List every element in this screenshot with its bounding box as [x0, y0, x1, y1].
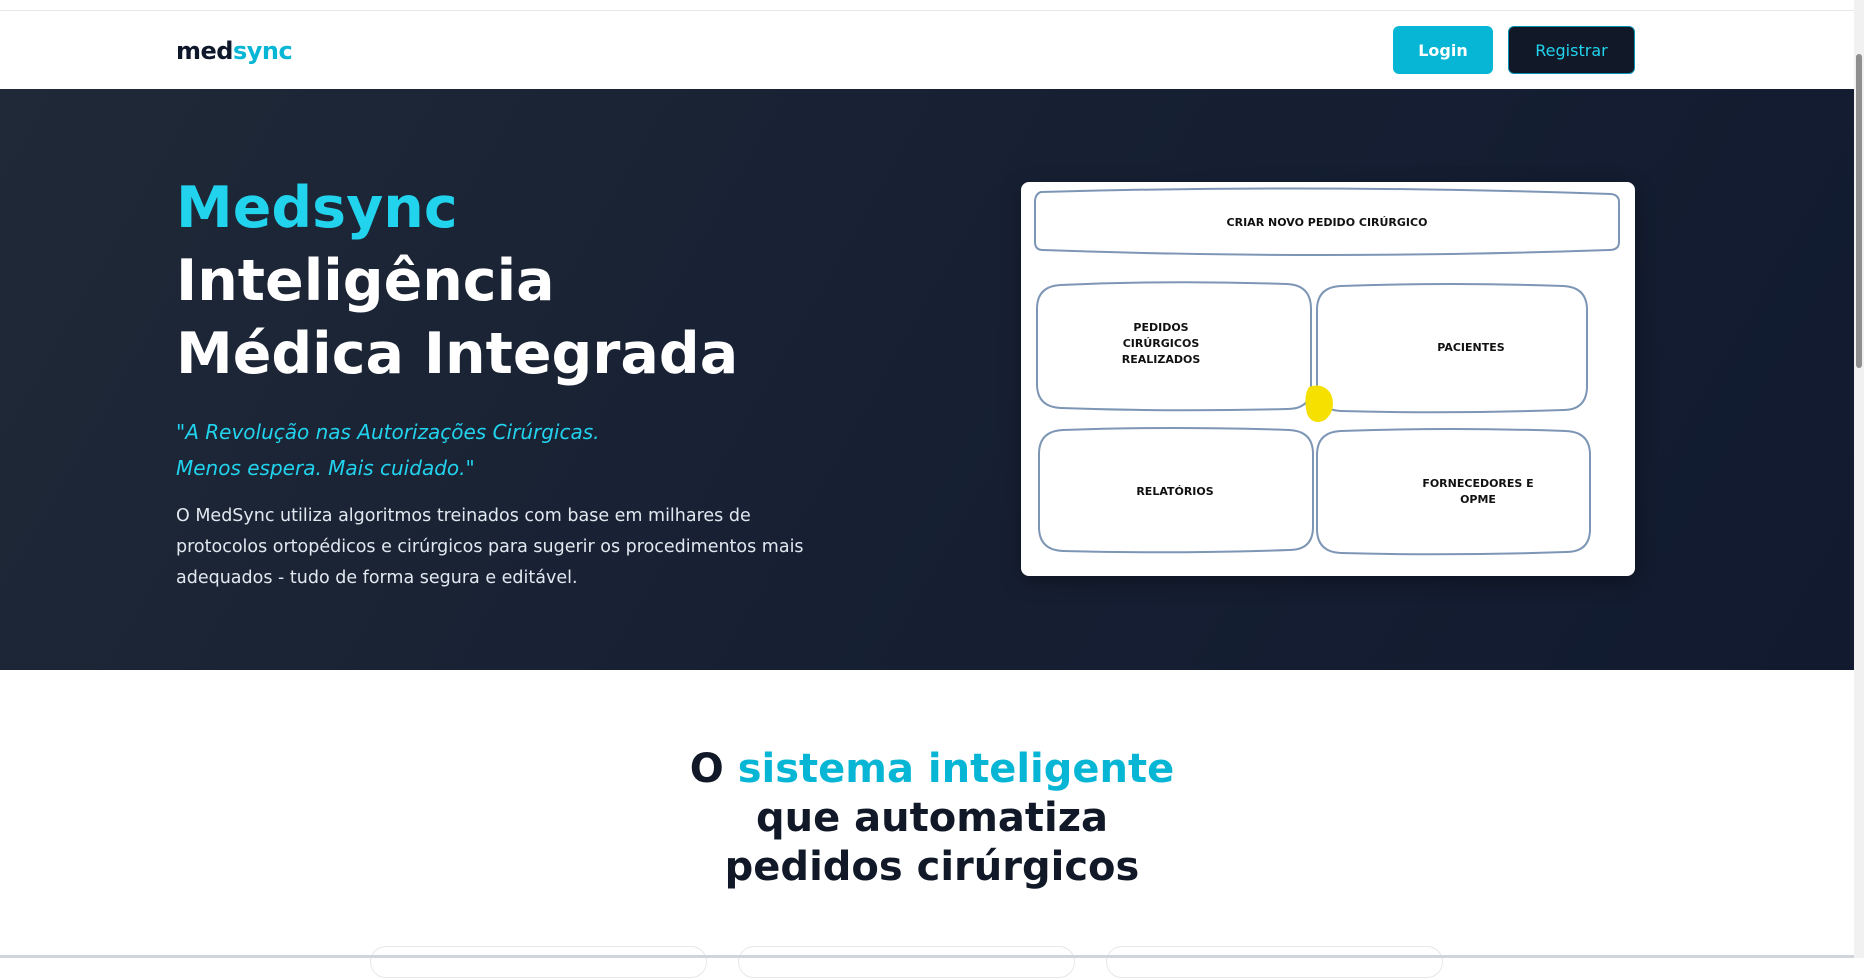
hero-title-line2: Inteligência [176, 248, 555, 314]
section-title: O sistema inteligente que automatiza ped… [632, 745, 1232, 892]
hero-title: Medsync Inteligência Médica Integrada [176, 172, 738, 391]
preview-highlight-mark [1305, 385, 1333, 422]
hero-quote-line2: Menos espera. Mais cuidado." [176, 456, 475, 480]
feature-card [370, 946, 707, 978]
hero-quote-line1: "A Revolução nas Autorizações Cirúrgicas… [176, 420, 600, 444]
section-title-line2: que automatiza [755, 795, 1108, 841]
preview-tile-requests-line2: CIRÚRGICOS [1123, 337, 1200, 350]
hero-description: O MedSync utiliza algoritmos treinados c… [176, 506, 804, 588]
preview-create-button-label: CRIAR NOVO PEDIDO CIRÚRGICO [1227, 216, 1428, 229]
section-title-prefix: O [689, 746, 738, 792]
section-title-line3: pedidos cirúrgicos [724, 844, 1140, 890]
preview-tile-patients-label: PACIENTES [1437, 341, 1504, 354]
app-preview-image: CRIAR NOVO PEDIDO CIRÚRGICO PEDIDOS CIRÚ… [1021, 182, 1635, 576]
register-button[interactable]: Registrar [1508, 26, 1635, 74]
hero-title-line3: Médica Integrada [176, 321, 739, 387]
hero-quote: "A Revolução nas Autorizações Cirúrgicas… [176, 414, 600, 486]
hero-title-accent: Medsync [176, 175, 458, 241]
preview-mockup: CRIAR NOVO PEDIDO CIRÚRGICO PEDIDOS CIRÚ… [1034, 187, 1620, 556]
feature-card [738, 946, 1075, 978]
page-scrollbar[interactable] [1854, 0, 1864, 958]
preview-tile-reports-label: RELATÓRIOS [1136, 485, 1213, 498]
preview-tile-requests-line3: REALIZADOS [1122, 353, 1201, 366]
preview-tile-requests-line1: PEDIDOS [1133, 321, 1188, 334]
brand-logo[interactable]: medsync [176, 37, 293, 65]
preview-tile-suppliers-frame [1316, 428, 1591, 556]
feature-card [1106, 946, 1443, 978]
navbar: medsync Login Registrar [0, 11, 1854, 89]
section-title-highlight: sistema inteligente [737, 746, 1175, 792]
scrollbar-thumb[interactable] [1856, 54, 1862, 368]
logo-text-med: med [176, 37, 233, 65]
login-button[interactable]: Login [1393, 26, 1493, 74]
hero-section: Medsync Inteligência Médica Integrada "A… [0, 89, 1854, 670]
preview-tile-suppliers-line2: OPME [1460, 493, 1496, 506]
logo-text-sync: sync [232, 37, 293, 65]
browser-top-strip [0, 0, 1864, 11]
preview-tile-suppliers-line1: FORNECEDORES E [1422, 477, 1533, 490]
